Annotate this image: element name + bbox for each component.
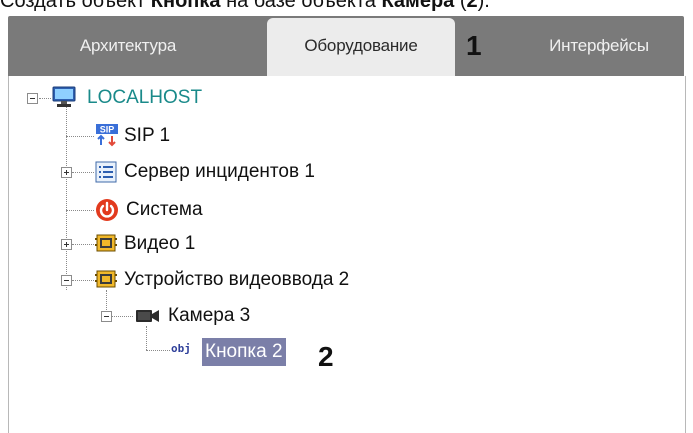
tab-equipment[interactable]: Оборудование <box>267 18 455 76</box>
tab-architecture[interactable]: Архитектура <box>8 16 248 76</box>
tree-node-video[interactable]: Видео 1 <box>124 232 195 256</box>
caption-middle: на базе объекта <box>220 0 382 12</box>
incident-server-icon <box>95 161 117 183</box>
expander-camera[interactable] <box>101 311 112 322</box>
caption-prefix: Создать объект <box>0 0 151 12</box>
tree-node-button-selected[interactable]: Кнопка 2 <box>202 338 286 366</box>
expander-incident-server[interactable] <box>61 167 72 178</box>
caption-open: ( <box>454 0 467 12</box>
caption-bold-button: Кнопка <box>150 0 221 12</box>
instruction-caption: Создать объект Кнопка на базе объекта Ка… <box>0 0 490 14</box>
power-icon <box>96 199 118 221</box>
svg-text:SIP: SIP <box>100 125 115 135</box>
expander-capture-device[interactable] <box>61 275 72 286</box>
capture-device-icon <box>95 270 117 288</box>
caption-close: ). <box>477 0 490 12</box>
marker-2: 2 <box>318 341 334 372</box>
hardware-tree-panel: LOCALHOST SIP SIP 1 Сервер инцидентов 1 … <box>8 76 686 433</box>
tab-bar: Архитектура Оборудование Интерфейсы <box>8 16 684 76</box>
tree-node-capture-device[interactable]: Устройство видеоввода 2 <box>124 268 349 292</box>
expander-video[interactable] <box>61 239 72 250</box>
tab-interfaces[interactable]: Интерфейсы <box>514 16 684 76</box>
video-board-icon <box>95 234 117 252</box>
computer-icon <box>52 86 76 107</box>
caption-num: 2 <box>466 0 478 12</box>
tree-node-localhost[interactable]: LOCALHOST <box>87 86 202 110</box>
tree-node-system[interactable]: Система <box>126 198 203 222</box>
obj-icon: obj <box>171 342 191 355</box>
camera-icon <box>136 310 159 322</box>
tree-node-incident-server[interactable]: Сервер инцидентов 1 <box>124 160 315 184</box>
tree-node-sip[interactable]: SIP 1 <box>124 124 170 148</box>
caption-bold-camera: Камера <box>381 0 455 12</box>
tree-node-camera[interactable]: Камера 3 <box>168 304 250 328</box>
marker-1: 1 <box>466 30 482 61</box>
sip-icon: SIP <box>96 124 118 147</box>
expander-localhost[interactable] <box>27 93 38 104</box>
